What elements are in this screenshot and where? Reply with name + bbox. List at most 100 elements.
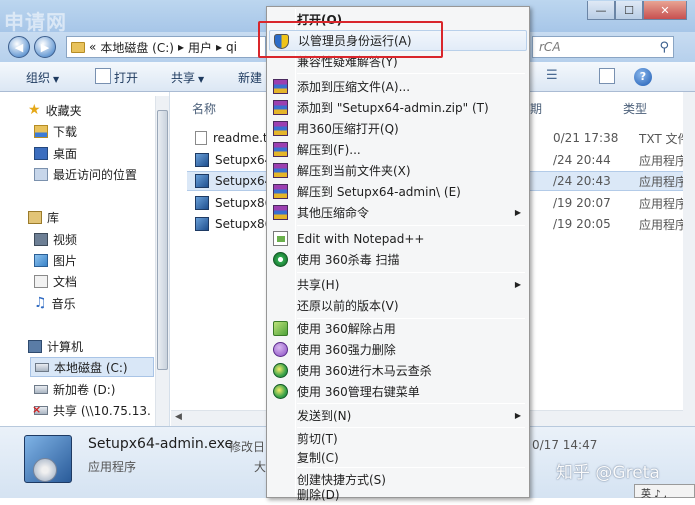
menu-item-label: 解压到当前文件夹(X)	[297, 164, 411, 178]
nav-computer-label: 计算机	[47, 339, 84, 354]
pictures-icon	[34, 253, 48, 267]
menu-item-copy[interactable]: 复制(C)	[269, 447, 527, 468]
column-header-type[interactable]: 类型	[623, 100, 647, 117]
submenu-arrow-icon: ▶	[514, 208, 521, 217]
menu-item-label: 解压到(F)...	[297, 143, 361, 157]
recent-places-icon	[34, 167, 48, 181]
nav-drive-c[interactable]: 本地磁盘 (C:)	[30, 357, 154, 377]
nav-computer[interactable]: 计算机	[28, 336, 83, 356]
installer-icon	[195, 217, 209, 231]
menu-item-360-unlock[interactable]: 使用 360解除占用	[269, 318, 527, 339]
menu-item-label: 使用 360解除占用	[297, 322, 396, 336]
menu-item-360-manage-menu[interactable]: 使用 360管理右键菜单	[269, 381, 527, 402]
menu-item-restore-versions[interactable]: 还原以前的版本(V)	[269, 295, 527, 316]
back-button[interactable]: ◀	[8, 36, 30, 58]
forward-button[interactable]: ▶	[34, 36, 56, 58]
menu-item-label: 解压到 Setupx64-admin\ (E)	[297, 185, 461, 199]
breadcrumb-overflow[interactable]: «	[89, 40, 96, 54]
file-type: TXT 文件	[639, 131, 690, 146]
file-type: 应用程序	[639, 217, 688, 232]
breadcrumb-separator[interactable]: ▸	[216, 40, 222, 54]
scroll-left-icon[interactable]: ◀	[175, 412, 182, 422]
breadcrumb-user[interactable]: qi	[226, 40, 237, 54]
star-icon: ★	[28, 101, 41, 118]
minimize-button[interactable]: —	[587, 1, 615, 20]
close-button[interactable]: ✕	[643, 1, 687, 20]
file-name: Setupx86	[215, 217, 273, 231]
360-delete-icon	[273, 342, 288, 357]
winrar-icon	[273, 163, 288, 178]
organize-button[interactable]: 组织 ▼	[26, 69, 59, 86]
menu-separator	[297, 225, 525, 226]
file-name: readme.t	[213, 131, 268, 145]
navigation-pane: ★ 收藏夹 下载 桌面 最近访问的位置 库 视频 图片 文档 ♫ 音乐 计算机 …	[0, 92, 170, 426]
nav-documents[interactable]: 文档	[34, 271, 77, 291]
menu-item-label: 使用 360强力删除	[297, 343, 396, 357]
nav-pictures[interactable]: 图片	[34, 250, 77, 270]
nav-drive-d-label: 新加卷 (D:)	[53, 382, 116, 397]
details-file-type: 应用程序	[88, 460, 137, 474]
share-button[interactable]: 共享 ▼	[171, 69, 204, 86]
help-icon[interactable]: ?	[634, 68, 652, 86]
menu-item-cut[interactable]: 剪切(T)	[269, 428, 527, 449]
menu-item-add-to-zip[interactable]: 添加到 "Setupx64-admin.zip" (T)	[269, 97, 527, 118]
menu-item-notepad[interactable]: Edit with Notepad++	[269, 228, 527, 249]
search-icon[interactable]: ⚲	[659, 38, 669, 58]
view-options-icon[interactable]: ☰	[546, 68, 562, 84]
file-type: 应用程序	[639, 153, 688, 168]
music-icon: ♫	[34, 294, 47, 311]
menu-item-label: 使用 360进行木马云查杀	[297, 364, 432, 378]
nav-music[interactable]: ♫ 音乐	[34, 293, 76, 313]
open-button[interactable]: 打开	[114, 69, 138, 86]
nav-recent[interactable]: 最近访问的位置	[34, 164, 137, 184]
breadcrumb-c-drive[interactable]: 本地磁盘 (C:)	[100, 39, 174, 56]
installer-icon	[195, 153, 209, 167]
nav-network-share[interactable]: 共享 (\\10.75.13.	[32, 400, 151, 420]
address-bar[interactable]: « 本地磁盘 (C:) ▸ 用户 ▸ qi	[66, 36, 266, 58]
downloads-folder-icon	[34, 124, 48, 138]
maximize-button[interactable]: ☐	[615, 1, 643, 20]
ime-toolbar[interactable]: 英 ♪ ,	[634, 484, 695, 500]
file-list-vertical-scrollbar[interactable]	[683, 92, 695, 426]
menu-item-open-with-360zip[interactable]: 用360压缩打开(Q)	[269, 118, 527, 139]
menu-item-send-to[interactable]: 发送到(N) ▶	[269, 405, 527, 426]
hard-drive-icon	[34, 384, 48, 394]
column-header-name[interactable]: 名称	[192, 100, 216, 117]
new-folder-button[interactable]: 新建	[238, 69, 262, 86]
submenu-arrow-icon: ▶	[514, 280, 521, 289]
nav-drive-d[interactable]: 新加卷 (D:)	[34, 379, 115, 399]
menu-item-360-cloud-scan[interactable]: 使用 360进行木马云查杀	[269, 360, 527, 381]
file-type: 应用程序	[639, 174, 688, 189]
nav-videos[interactable]: 视频	[34, 229, 77, 249]
menu-item-360-scan[interactable]: 使用 360杀毒 扫描	[269, 249, 527, 270]
documents-icon	[34, 274, 48, 288]
nav-downloads[interactable]: 下载	[34, 121, 77, 141]
open-icon	[95, 68, 111, 84]
nav-desktop[interactable]: 桌面	[34, 143, 77, 163]
nav-favorites[interactable]: ★ 收藏夹	[28, 100, 82, 120]
menu-item-other-compress[interactable]: 其他压缩命令 ▶	[269, 202, 527, 223]
preview-pane-icon[interactable]	[599, 68, 615, 84]
winrar-icon	[273, 79, 288, 94]
menu-item-label: 使用 360管理右键菜单	[297, 385, 420, 399]
menu-item-extract-to-folder[interactable]: 解压到 Setupx64-admin\ (E)	[269, 181, 527, 202]
nav-pane-scroll-thumb[interactable]	[157, 110, 168, 370]
menu-item-share[interactable]: 共享(H) ▶	[269, 274, 527, 295]
nav-pane-scrollbar[interactable]	[155, 96, 169, 426]
menu-item-extract-to[interactable]: 解压到(F)...	[269, 139, 527, 160]
menu-item-360-force-delete[interactable]: 使用 360强力删除	[269, 339, 527, 360]
nav-documents-label: 文档	[53, 274, 78, 289]
menu-item-extract-here[interactable]: 解压到当前文件夹(X)	[269, 160, 527, 181]
nav-libraries[interactable]: 库	[28, 207, 59, 227]
winrar-icon	[273, 142, 288, 157]
nav-downloads-label: 下载	[53, 124, 78, 139]
nav-libraries-label: 库	[47, 210, 60, 225]
search-input[interactable]: rCA ⚲	[532, 36, 674, 58]
menu-separator	[297, 403, 525, 404]
column-header-date[interactable]: 期	[530, 100, 542, 117]
menu-item-delete[interactable]: 删除(D)	[269, 484, 527, 505]
menu-item-add-to-archive[interactable]: 添加到压缩文件(A)...	[269, 76, 527, 97]
winrar-icon	[273, 205, 288, 220]
breadcrumb-users[interactable]: 用户	[188, 39, 212, 56]
breadcrumb-separator[interactable]: ▸	[178, 40, 184, 54]
